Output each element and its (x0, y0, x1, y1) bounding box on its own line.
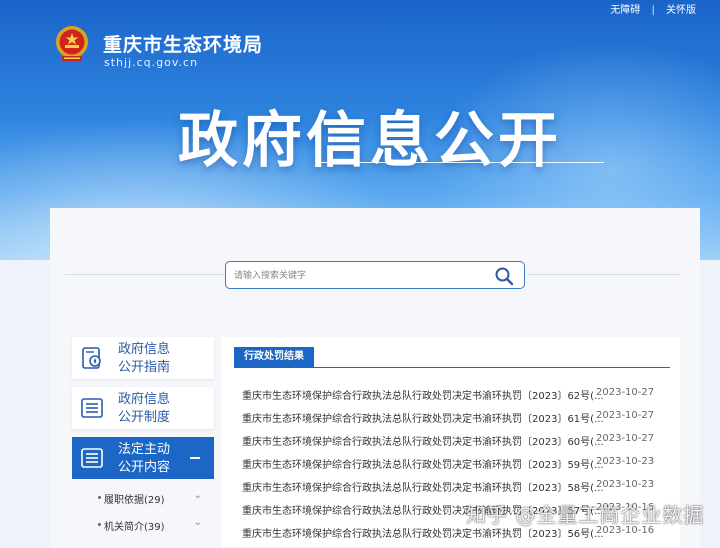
list-item-title[interactable]: 重庆市生态环境保护综合行政执法总队行政处罚决定书渝环执罚〔2023〕62号(..… (242, 387, 604, 402)
list-item[interactable]: 重庆市生态环境保护综合行政执法总队行政处罚决定书渝环执罚〔2023〕62号(..… (242, 384, 672, 404)
bullet-icon (98, 496, 101, 499)
tab-penalty-results[interactable]: 行政处罚结果 (234, 347, 314, 367)
top-utility-bar: 无障碍 | 关怀版 (606, 1, 700, 16)
national-emblem-icon[interactable] (53, 24, 91, 64)
tab-underline (234, 367, 670, 368)
title-underline (318, 162, 604, 163)
list-item-date: 2023-10-27 (596, 410, 655, 421)
elderly-mode-link[interactable]: 关怀版 (662, 5, 700, 16)
subitem-label: 履职依据(29) (104, 495, 165, 506)
compass-doc-icon (82, 347, 101, 369)
search-divider-left (65, 274, 225, 275)
search-input[interactable] (232, 266, 486, 286)
list-item[interactable]: 重庆市生态环境保护综合行政执法总队行政处罚决定书渝环执罚〔2023〕58号(..… (242, 476, 672, 496)
list-doc-icon (81, 448, 103, 468)
topbar-separator: | (651, 5, 655, 16)
site-url: sthjj.cq.gov.cn (104, 56, 199, 69)
subitem-label: 机关简介(39) (104, 522, 165, 533)
accessibility-link[interactable]: 无障碍 (606, 5, 644, 16)
page-title: 政府信息公开 (178, 106, 562, 176)
chevron-down-icon[interactable]: ⌄ (194, 490, 202, 501)
sidebar-item-label: 政府信息 公开指南 (118, 342, 171, 375)
site-name[interactable]: 重庆市生态环境局 (103, 30, 263, 57)
sidebar-subitem-duty-basis[interactable]: 履职依据(29) ⌄ (72, 486, 214, 512)
chevron-down-icon[interactable]: ⌄ (194, 517, 202, 528)
list-item[interactable]: 重庆市生态环境保护综合行政执法总队行政处罚决定书渝环执罚〔2023〕60号(..… (242, 430, 672, 450)
sidebar-item-disclosure-guide[interactable]: 政府信息 公开指南 (72, 337, 214, 379)
list-item-title[interactable]: 重庆市生态环境保护综合行政执法总队行政处罚决定书渝环执罚〔2023〕58号(..… (242, 479, 604, 494)
list-item-date: 2023-10-27 (596, 433, 655, 444)
collapse-icon[interactable] (190, 457, 200, 459)
search-box (225, 261, 525, 289)
sidebar-item-statutory-content[interactable]: 法定主动 公开内容 (72, 437, 214, 479)
list-item-date: 2023-10-23 (596, 456, 655, 467)
watermark: 知乎 @全量工商企业数据 (466, 503, 705, 527)
list-item-title[interactable]: 重庆市生态环境保护综合行政执法总队行政处罚决定书渝环执罚〔2023〕60号(..… (242, 433, 604, 448)
search-icon[interactable] (494, 266, 514, 286)
sidebar-item-label: 政府信息 公开制度 (118, 392, 171, 425)
sidebar-item-label: 法定主动 公开内容 (118, 442, 171, 475)
bullet-icon (98, 523, 101, 526)
list-item-title[interactable]: 重庆市生态环境保护综合行政执法总队行政处罚决定书渝环执罚〔2023〕59号(..… (242, 456, 604, 471)
list-item-date: 2023-10-23 (596, 479, 655, 490)
sidebar-item-disclosure-system[interactable]: 政府信息 公开制度 (72, 387, 214, 429)
list-item[interactable]: 重庆市生态环境保护综合行政执法总队行政处罚决定书渝环执罚〔2023〕61号(..… (242, 407, 672, 427)
sidebar-subitem-agency-intro[interactable]: 机关简介(39) ⌄ (72, 513, 214, 539)
list-item[interactable]: 重庆市生态环境保护综合行政执法总队行政处罚决定书渝环执罚〔2023〕59号(..… (242, 453, 672, 473)
list-item-date: 2023-10-27 (596, 387, 655, 398)
list-item-title[interactable]: 重庆市生态环境保护综合行政执法总队行政处罚决定书渝环执罚〔2023〕61号(..… (242, 410, 604, 425)
search-divider-right (527, 274, 680, 275)
list-doc-icon (81, 398, 103, 418)
